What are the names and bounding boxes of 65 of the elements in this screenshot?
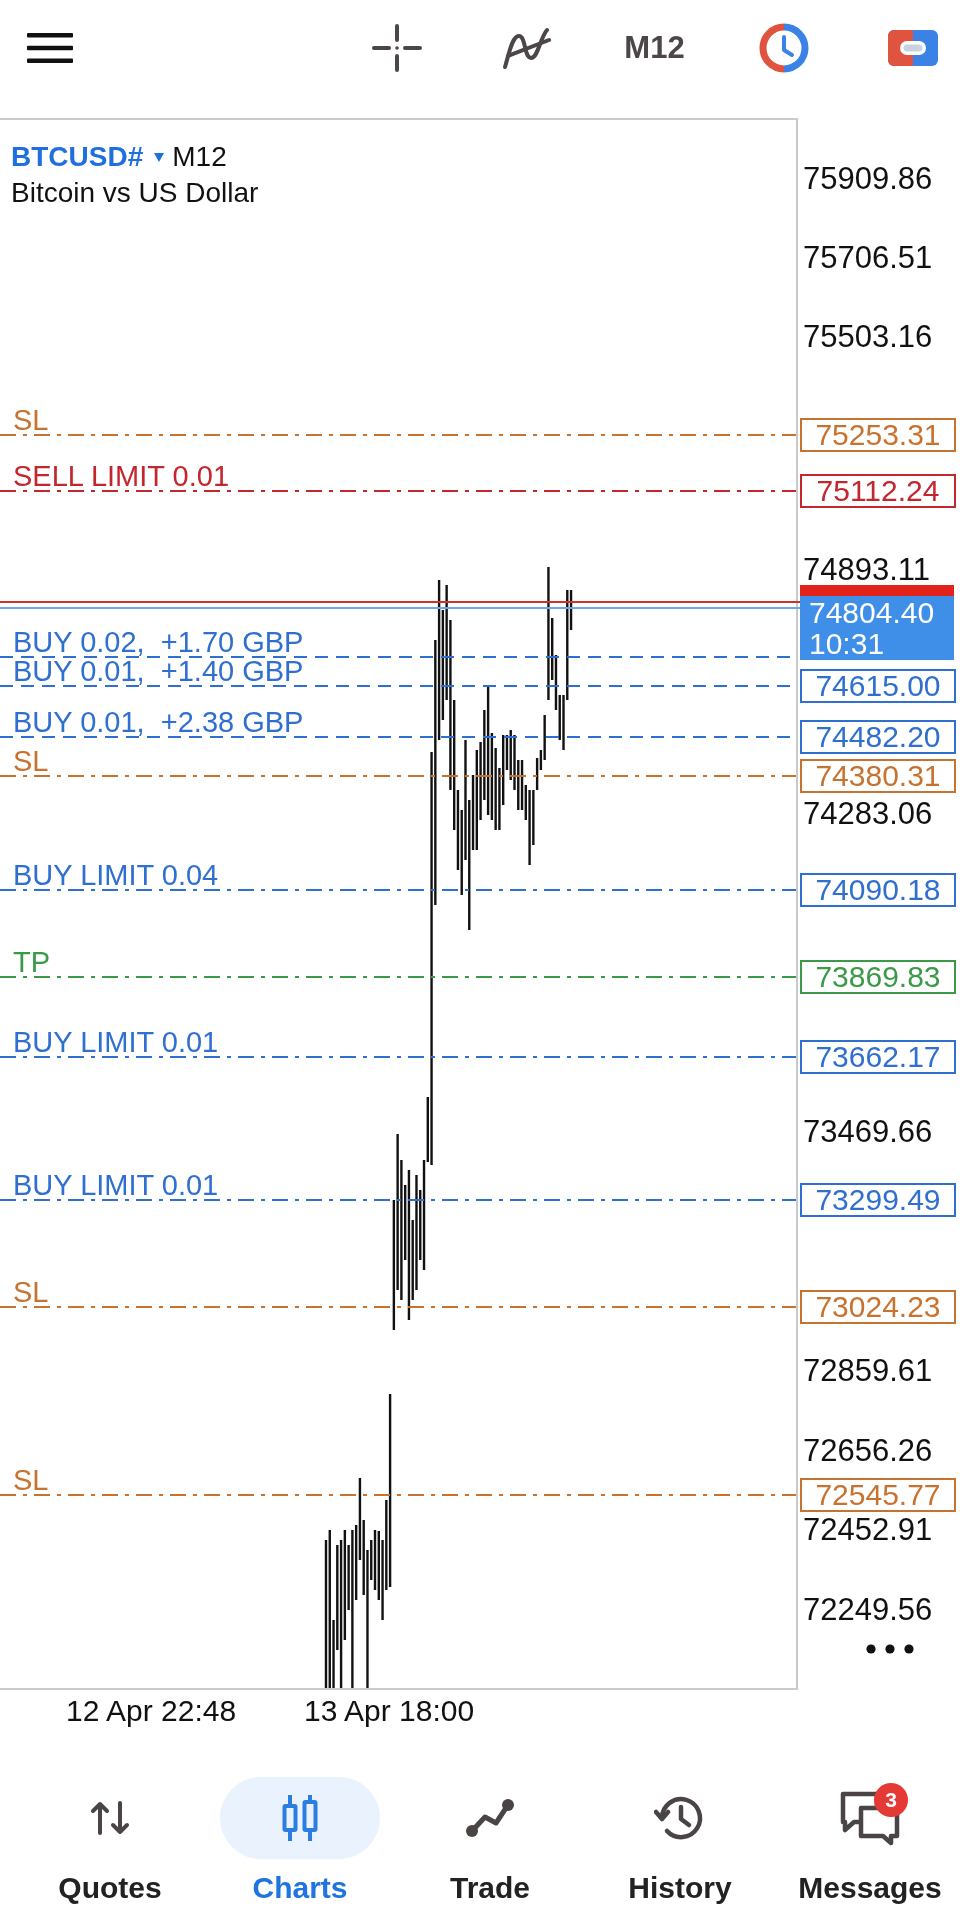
order-level-label: SL	[13, 407, 49, 433]
price-axis-label: 72452.91	[803, 1515, 933, 1545]
nav-tab[interactable]: History	[600, 1777, 760, 1903]
level-price-tag: 74615.00	[800, 669, 956, 703]
level-price-tag: 73299.49	[800, 1183, 956, 1217]
level-price-tag: 74380.31	[800, 759, 956, 793]
level-price-tag: 73662.17	[800, 1040, 956, 1074]
price-axis-label: 72249.56	[803, 1595, 933, 1625]
order-level-line[interactable]	[0, 490, 796, 492]
order-level-label: BUY LIMIT 0.01	[13, 1172, 219, 1198]
order-level-label: BUY LIMIT 0.04	[13, 862, 219, 888]
nav-tab[interactable]: 3 Messages	[790, 1777, 950, 1903]
price-axis-label: 73469.66	[803, 1117, 933, 1147]
order-level-label: BUY 0.01, +2.38 GBP	[13, 709, 304, 735]
symbol-description: Bitcoin vs US Dollar	[11, 176, 260, 210]
toggle-icon	[887, 29, 938, 66]
price-axis-label: 74283.06	[803, 799, 933, 829]
level-price-tag: 72545.77	[800, 1478, 956, 1512]
order-level-line[interactable]	[0, 1306, 796, 1308]
candlestick-icon	[280, 1793, 320, 1843]
order-level-label: SL	[13, 1467, 49, 1493]
order-level-line[interactable]	[0, 976, 796, 978]
time-axis-label: 13 Apr 18:00	[304, 1696, 475, 1726]
order-level-line[interactable]	[0, 434, 796, 436]
level-price-tag: 73869.83	[800, 960, 956, 994]
nav-tab[interactable]: Charts	[220, 1777, 380, 1903]
up-down-arrows-icon	[90, 1801, 130, 1835]
order-level-label: SELL LIMIT 0.01	[13, 463, 229, 489]
nav-tab[interactable]: Trade	[410, 1777, 570, 1903]
order-level-label: SL	[13, 748, 49, 774]
order-level-label: BUY 0.01, +1.40 GBP	[13, 658, 304, 684]
order-level-line[interactable]	[0, 775, 796, 777]
symbol-name[interactable]: BTCUSD#	[11, 140, 144, 174]
order-level-label: TP	[13, 949, 51, 975]
bar-countdown: 10:31	[809, 628, 886, 659]
level-price-tag: 74090.18	[800, 873, 956, 907]
line-chart-icon	[465, 1798, 515, 1838]
price-axis-label: 74893.11	[803, 555, 930, 585]
level-price-tag: 73024.23	[800, 1290, 956, 1324]
order-level-label: BUY 0.02, +1.70 GBP	[13, 629, 304, 655]
level-price-tag: 75253.31	[800, 418, 956, 452]
bid-price: 74804.40	[809, 597, 936, 628]
order-level-label: SL	[13, 1279, 49, 1305]
caret-icon[interactable]	[154, 152, 165, 162]
level-price-tag: 74482.20	[800, 720, 956, 754]
order-level-line[interactable]	[0, 889, 796, 891]
price-axis-label: 72656.26	[803, 1436, 933, 1466]
price-axis-label: 72859.61	[803, 1356, 933, 1386]
crosshair-icon	[371, 23, 422, 72]
order-level-line[interactable]	[0, 1056, 796, 1058]
chart-timeframe: M12	[172, 140, 227, 174]
clock-icon	[758, 22, 809, 73]
more-icon[interactable]	[866, 1644, 914, 1654]
price-axis-label: 75909.86	[803, 164, 933, 194]
notification-badge: 3	[874, 1783, 908, 1817]
menu-icon	[27, 32, 73, 63]
level-price-tag: 75112.24	[800, 474, 956, 508]
time-axis-label: 12 Apr 22:48	[66, 1696, 237, 1726]
price-axis-label: 75706.51	[803, 243, 933, 273]
order-level-line[interactable]	[0, 1494, 796, 1496]
order-level-label: BUY LIMIT 0.01	[13, 1029, 219, 1055]
price-axis-label: 75503.16	[803, 322, 933, 352]
nav-tab[interactable]: Quotes	[30, 1777, 190, 1903]
order-level-line[interactable]	[0, 1199, 796, 1201]
timeframe-button[interactable]: M12	[620, 24, 689, 71]
